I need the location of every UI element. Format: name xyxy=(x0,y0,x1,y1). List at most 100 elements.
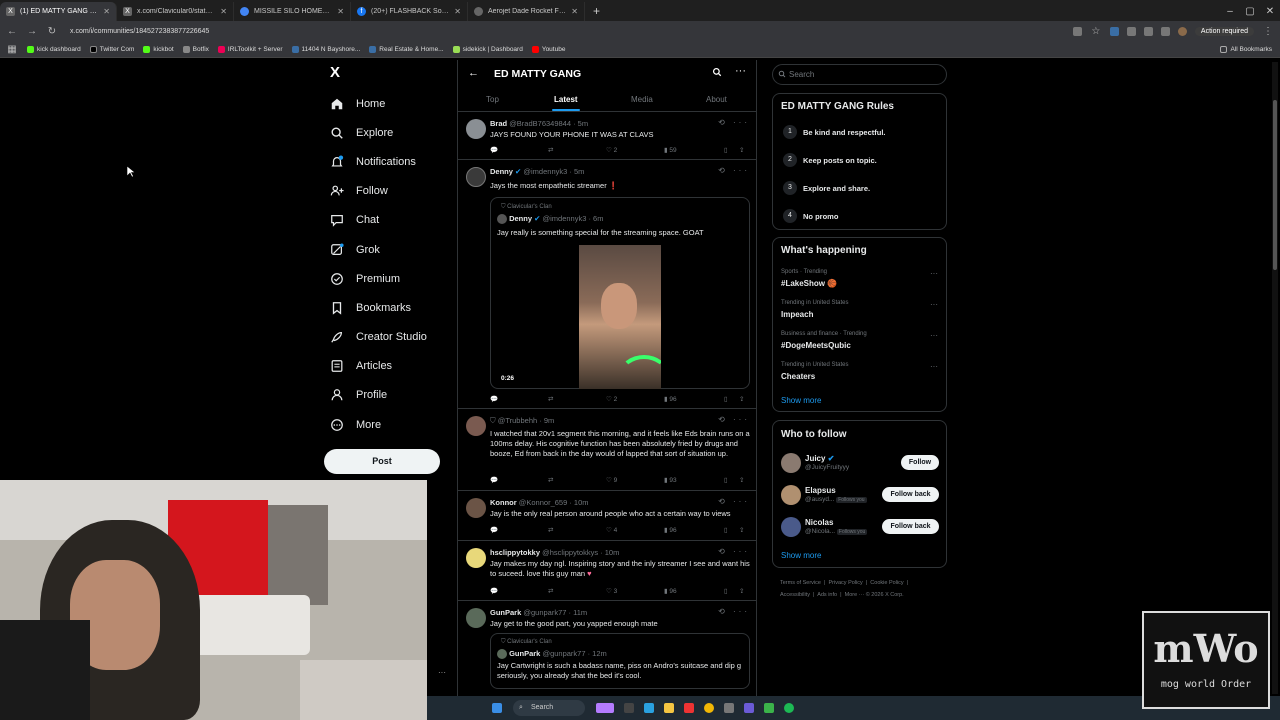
scrollbar-thumb[interactable] xyxy=(1273,100,1277,270)
views-icon[interactable]: ▮ 96 xyxy=(664,587,677,595)
discord-icon[interactable] xyxy=(744,703,754,713)
avatar[interactable] xyxy=(466,498,486,518)
like-icon[interactable]: ♡ 2 xyxy=(606,146,617,154)
share-icon[interactable]: ⇪ xyxy=(739,476,744,484)
extension-icon[interactable] xyxy=(1072,26,1082,36)
share-icon[interactable]: ⇪ xyxy=(739,395,744,403)
footer-link[interactable]: Cookie Policy xyxy=(870,580,903,586)
views-icon[interactable]: ▮ 96 xyxy=(664,395,677,403)
avatar[interactable] xyxy=(466,548,486,568)
views-icon[interactable]: ▮ 59 xyxy=(664,146,677,154)
app-icon[interactable] xyxy=(724,703,734,713)
nav-bookmarks[interactable]: Bookmarks xyxy=(322,293,452,322)
rule-text[interactable]: No promo xyxy=(803,212,838,221)
search-input[interactable]: Search xyxy=(772,64,947,85)
more-icon[interactable]: ··· xyxy=(930,269,938,278)
post-button[interactable]: Post xyxy=(324,449,440,474)
show-more-link[interactable]: Show more xyxy=(781,396,821,405)
bookmark-icon[interactable]: ▯ xyxy=(724,146,728,154)
profile-avatar-icon[interactable] xyxy=(1177,26,1187,36)
bookmark-item[interactable]: Real Estate & Home... xyxy=(369,45,444,53)
action-required-button[interactable]: Action required xyxy=(1194,26,1254,36)
post-menu-icons[interactable]: ⟲ ··· xyxy=(718,166,750,175)
nav-notifications[interactable]: Notifications xyxy=(322,147,452,176)
new-tab-button[interactable]: + xyxy=(585,2,608,21)
nav-follow[interactable]: Follow xyxy=(322,177,452,206)
tab-top[interactable]: Top xyxy=(486,95,499,104)
repost-icon[interactable]: ⇄ xyxy=(548,395,553,403)
follow-back-button[interactable]: Follow back xyxy=(882,487,939,502)
post[interactable]: ⛉ @Trubbehh · 9m ⟲ ··· I watched that 20… xyxy=(458,410,756,491)
nav-more[interactable]: More xyxy=(322,410,452,439)
follow-name[interactable]: Juicy ✔ xyxy=(805,454,834,463)
bookmark-icon[interactable]: ▯ xyxy=(724,476,728,484)
reply-icon[interactable]: 💬 xyxy=(490,146,498,154)
reply-icon[interactable]: 💬 xyxy=(490,587,498,595)
trend-name[interactable]: #DogeMeetsQubic xyxy=(781,341,851,350)
footer-link[interactable]: More ··· xyxy=(845,592,865,598)
more-icon[interactable]: ··· xyxy=(930,362,938,371)
views-icon[interactable]: ▮ 93 xyxy=(664,476,677,484)
close-icon[interactable]: ✕ xyxy=(220,7,227,16)
browser-tab[interactable]: MISSILE SILO HOMESTEAD - G ✕ xyxy=(234,2,351,21)
bookmark-item[interactable]: kick dashboard xyxy=(27,45,81,53)
post[interactable]: Denny ✔ @imdennyk3 · 5m ⟲ ··· Jays the m… xyxy=(458,161,756,409)
avatar[interactable] xyxy=(466,119,486,139)
follow-button[interactable]: Follow xyxy=(901,455,939,470)
close-icon[interactable]: ✕ xyxy=(571,7,578,16)
search-icon[interactable] xyxy=(712,67,722,77)
repost-icon[interactable]: ⇄ xyxy=(548,526,553,534)
browser-tab[interactable]: f (20+) FLASHBACK South Florida ✕ xyxy=(351,2,468,21)
app-icon[interactable] xyxy=(764,703,774,713)
avatar[interactable] xyxy=(781,485,801,505)
bookmark-item[interactable]: IRLToolkit + Server xyxy=(217,45,283,53)
post-menu-icons[interactable]: ⟲ ··· xyxy=(718,497,750,506)
taskbar-search[interactable]: ⌕ Search xyxy=(513,700,585,716)
post-menu-icons[interactable]: ⟲ ··· xyxy=(718,547,750,556)
post[interactable]: Brad @BradB76349844 · 5m ⟲ ··· JAYS FOUN… xyxy=(458,113,756,160)
avatar[interactable] xyxy=(466,416,486,436)
rule-text[interactable]: Keep posts on topic. xyxy=(803,156,877,165)
nav-creator-studio[interactable]: Creator Studio xyxy=(322,323,452,352)
all-bookmarks[interactable]: All Bookmarks xyxy=(1220,45,1280,53)
spotify-icon[interactable] xyxy=(784,703,794,713)
reply-icon[interactable]: 💬 xyxy=(490,395,498,403)
share-icon[interactable]: ⇪ xyxy=(739,587,744,595)
avatar[interactable] xyxy=(466,167,486,187)
app-icon[interactable] xyxy=(684,703,694,713)
rule-text[interactable]: Explore and share. xyxy=(803,184,870,193)
bookmark-icon[interactable]: ▯ xyxy=(724,587,728,595)
post-menu-icons[interactable]: ⟲ ··· xyxy=(718,607,750,616)
quoted-post[interactable]: ⛉ Clavicular's Clan GunPark @gunpark77 ·… xyxy=(490,633,750,689)
edge-icon[interactable] xyxy=(644,703,654,713)
tab-media[interactable]: Media xyxy=(631,95,653,104)
download-icon[interactable] xyxy=(1160,26,1170,36)
close-icon[interactable]: ✕ xyxy=(337,7,344,16)
close-window-icon[interactable]: ✕ xyxy=(1260,2,1280,21)
nav-profile[interactable]: Profile xyxy=(322,381,452,410)
more-icon[interactable]: ··· xyxy=(438,668,446,677)
widget-icon[interactable] xyxy=(596,703,614,713)
bookmark-icon[interactable]: ▯ xyxy=(724,526,728,534)
avatar[interactable] xyxy=(781,453,801,473)
puzzle-icon[interactable] xyxy=(1126,26,1136,36)
post[interactable]: GunPark @gunpark77 · 11m ⟲ ··· Jay get t… xyxy=(458,602,756,700)
menu-icon[interactable]: ⋮ xyxy=(1262,26,1274,37)
tab-latest[interactable]: Latest xyxy=(554,95,578,104)
quoted-post[interactable]: ⛉ Clavicular's Clan Denny ✔ @imdennyk3 ·… xyxy=(490,197,750,389)
nav-articles[interactable]: Articles xyxy=(322,352,452,381)
post[interactable]: hsclippytokky @hsclippytokkys · 10m ⟲ ··… xyxy=(458,542,756,601)
trend-name[interactable]: #LakeShow 🏀 xyxy=(781,279,837,288)
footer-link[interactable]: Accessibility xyxy=(780,592,810,598)
post-menu-icons[interactable]: ⟲ ··· xyxy=(718,118,750,127)
nav-home[interactable]: Home xyxy=(322,89,452,118)
url-field[interactable]: x.com/i/communities/1845272383877226645 xyxy=(66,28,586,35)
like-icon[interactable]: ♡ 9 xyxy=(606,476,617,484)
reload-icon[interactable]: ↻ xyxy=(46,26,58,37)
browser-tab[interactable]: X (1) ED MATTY GANG Community ✕ xyxy=(0,2,117,21)
nav-premium[interactable]: Premium xyxy=(322,264,452,293)
avatar[interactable] xyxy=(466,608,486,628)
star-icon[interactable]: ☆ xyxy=(1090,26,1102,37)
bookmark-icon[interactable]: ▯ xyxy=(724,395,728,403)
share-icon[interactable]: ⇪ xyxy=(739,526,744,534)
